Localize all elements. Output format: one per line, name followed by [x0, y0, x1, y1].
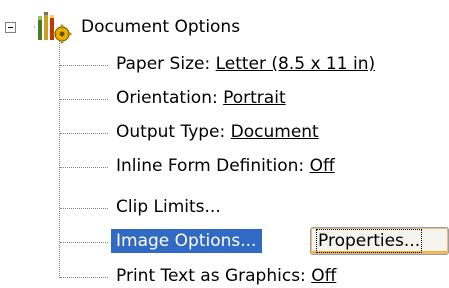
properties-button[interactable]: Properties... — [310, 227, 449, 255]
tree-item-print-text-as-graphics[interactable]: Print Text as Graphics: Off — [116, 264, 336, 288]
item-label: Image Options... — [116, 231, 257, 251]
item-value-link[interactable]: Portrait — [223, 88, 286, 108]
item-label: Output Type: — [116, 122, 231, 142]
properties-button-label: Properties... — [315, 229, 423, 253]
item-label: Orientation: — [116, 88, 224, 108]
tree-item-inline-form-definition[interactable]: Inline Form Definition: Off — [116, 154, 335, 178]
item-value-link[interactable]: Off — [311, 266, 336, 286]
item-label: Print Text as Graphics: — [116, 266, 312, 286]
document-options-icon — [16, 10, 78, 44]
tree-connector — [60, 277, 108, 278]
tree-item-clip-limits[interactable]: Clip Limits... — [116, 195, 221, 219]
item-value-link[interactable]: Letter (8.5 x 11 in) — [216, 54, 376, 74]
tree-item-image-options[interactable]: Image Options... — [111, 229, 263, 253]
tree-item-output-type[interactable]: Output Type: Document — [116, 120, 319, 144]
tree-item-orientation[interactable]: Orientation: Portrait — [116, 86, 286, 110]
collapse-toggle[interactable] — [5, 22, 16, 33]
item-value-link[interactable]: Document — [231, 122, 319, 142]
item-value-link[interactable]: Off — [310, 156, 335, 176]
item-label: Clip Limits... — [116, 197, 221, 217]
tree-connector — [60, 99, 108, 100]
document-options-tree: Document Options Paper Size: Letter (8.5… — [0, 0, 449, 286]
tree-connector — [60, 208, 108, 209]
tree-connector — [60, 242, 108, 243]
item-label: Inline Form Definition: — [116, 156, 310, 176]
tree-connector — [60, 167, 108, 168]
tree-root-label[interactable]: Document Options — [81, 16, 240, 38]
tree-connector — [60, 133, 108, 134]
item-label: Paper Size: — [116, 54, 216, 74]
tree-connector — [60, 65, 108, 66]
minus-icon — [8, 27, 13, 28]
tree-item-paper-size[interactable]: Paper Size: Letter (8.5 x 11 in) — [116, 52, 375, 76]
